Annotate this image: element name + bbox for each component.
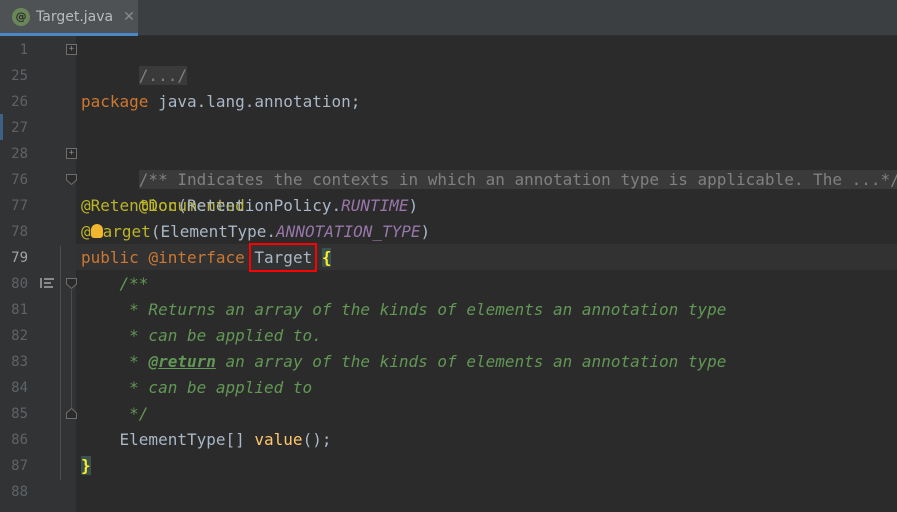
code-text: ) bbox=[420, 222, 431, 241]
code-line: * can be applied to. bbox=[81, 323, 322, 349]
line-number: 84 bbox=[11, 380, 28, 396]
lightbulb-icon[interactable] bbox=[90, 224, 103, 238]
package-name: java.lang.annotation; bbox=[148, 92, 361, 111]
line-number: 28 bbox=[11, 146, 28, 162]
enum-constant: ANNOTATION_TYPE bbox=[276, 222, 421, 241]
highlighted-class-name[interactable]: Target bbox=[249, 243, 318, 272]
code-line: * can be applied to bbox=[81, 375, 312, 401]
code-line: package java.lang.annotation; bbox=[81, 89, 360, 115]
enum-constant: RUNTIME bbox=[341, 196, 409, 215]
line-number: 77 bbox=[11, 198, 28, 214]
fold-toggle-icon[interactable] bbox=[66, 278, 77, 289]
keyword: public bbox=[81, 248, 139, 267]
line-number: 83 bbox=[11, 354, 28, 370]
method-name: value bbox=[254, 430, 303, 449]
code-editor[interactable]: 1 25 26 27 28 76 77 78 79 80 81 82 83 84… bbox=[0, 36, 897, 512]
fold-end-icon[interactable] bbox=[66, 408, 77, 419]
line-number: 78 bbox=[11, 224, 28, 240]
folded-header-comment[interactable]: /.../ bbox=[138, 66, 187, 85]
line-number: 85 bbox=[11, 406, 28, 422]
expand-fold-icon[interactable]: + bbox=[66, 148, 77, 159]
fold-guide bbox=[71, 290, 72, 408]
code-line: /.../ bbox=[81, 37, 187, 85]
line-number: 88 bbox=[11, 484, 28, 500]
code-text: (); bbox=[302, 430, 332, 449]
javadoc-tag: @return bbox=[148, 352, 216, 371]
tab-target-java[interactable]: @ Target.java ✕ bbox=[0, 0, 138, 36]
code-text: ElementType[] bbox=[81, 430, 255, 449]
code-line: */ bbox=[81, 401, 148, 427]
keyword: package bbox=[81, 92, 149, 111]
line-number: 81 bbox=[11, 302, 28, 318]
close-icon[interactable]: ✕ bbox=[123, 9, 135, 25]
javadoc: */ bbox=[81, 404, 149, 423]
javadoc: * Returns an array of the kinds of eleme… bbox=[81, 300, 727, 319]
line-number: 27 bbox=[11, 120, 28, 136]
line-number: 80 bbox=[11, 276, 28, 292]
javadoc: * can be applied to bbox=[81, 378, 313, 397]
code-line-current: public @interface Target { bbox=[81, 243, 332, 272]
code-line: /** Indicates the contexts in which an a… bbox=[81, 141, 897, 189]
line-number: 82 bbox=[11, 328, 28, 344]
javadoc: * can be applied to. bbox=[81, 326, 322, 345]
fold-guide bbox=[60, 246, 61, 480]
code-text: (ElementType. bbox=[150, 222, 277, 241]
code-line: /** bbox=[81, 271, 149, 297]
code-line: ElementType[] value(); bbox=[81, 427, 332, 453]
line-number: 1 bbox=[19, 42, 28, 58]
annotation: @ bbox=[81, 222, 91, 241]
expand-fold-icon[interactable]: + bbox=[66, 44, 77, 55]
line-number: 25 bbox=[11, 68, 28, 84]
line-number-gutter: 1 25 26 27 28 76 77 78 79 80 81 82 83 84… bbox=[0, 36, 77, 512]
line-number: 76 bbox=[11, 172, 28, 188]
code-line: } bbox=[81, 453, 91, 479]
line-number: 86 bbox=[11, 432, 28, 448]
code-line: * @return an array of the kinds of eleme… bbox=[81, 349, 726, 375]
javadoc: an array of the kinds of elements an ann… bbox=[215, 352, 727, 371]
line-number: 26 bbox=[11, 94, 28, 110]
javadoc: /** bbox=[81, 274, 149, 293]
implementation-gutter-icon[interactable] bbox=[40, 277, 54, 289]
line-number-current: 79 bbox=[11, 250, 28, 266]
matched-brace: } bbox=[81, 456, 91, 475]
code-area[interactable]: /.../ package java.lang.annotation; /** … bbox=[81, 36, 897, 512]
code-line: * Returns an array of the kinds of eleme… bbox=[81, 297, 726, 323]
code-text: ) bbox=[408, 196, 419, 215]
annotation-icon: @ bbox=[12, 7, 30, 26]
matched-brace: { bbox=[321, 248, 332, 267]
annotation: @Retention bbox=[81, 196, 178, 215]
folded-javadoc[interactable]: /** Indicates the contexts in which an a… bbox=[138, 170, 897, 189]
code-line: @ arget(ElementType.ANNOTATION_TYPE) bbox=[81, 219, 430, 245]
tab-label: Target.java bbox=[36, 8, 114, 25]
annotation: arget bbox=[102, 222, 151, 241]
line-number: 87 bbox=[11, 458, 28, 474]
code-text: (RetentionPolicy. bbox=[177, 196, 342, 215]
keyword: @interface bbox=[148, 248, 245, 267]
editor-tab-bar: @ Target.java ✕ bbox=[0, 0, 897, 36]
fold-toggle-icon[interactable] bbox=[66, 174, 77, 185]
code-line: @Documented bbox=[81, 167, 245, 215]
javadoc: * bbox=[81, 352, 149, 371]
code-line: @Retention(RetentionPolicy.RUNTIME) bbox=[81, 193, 418, 219]
